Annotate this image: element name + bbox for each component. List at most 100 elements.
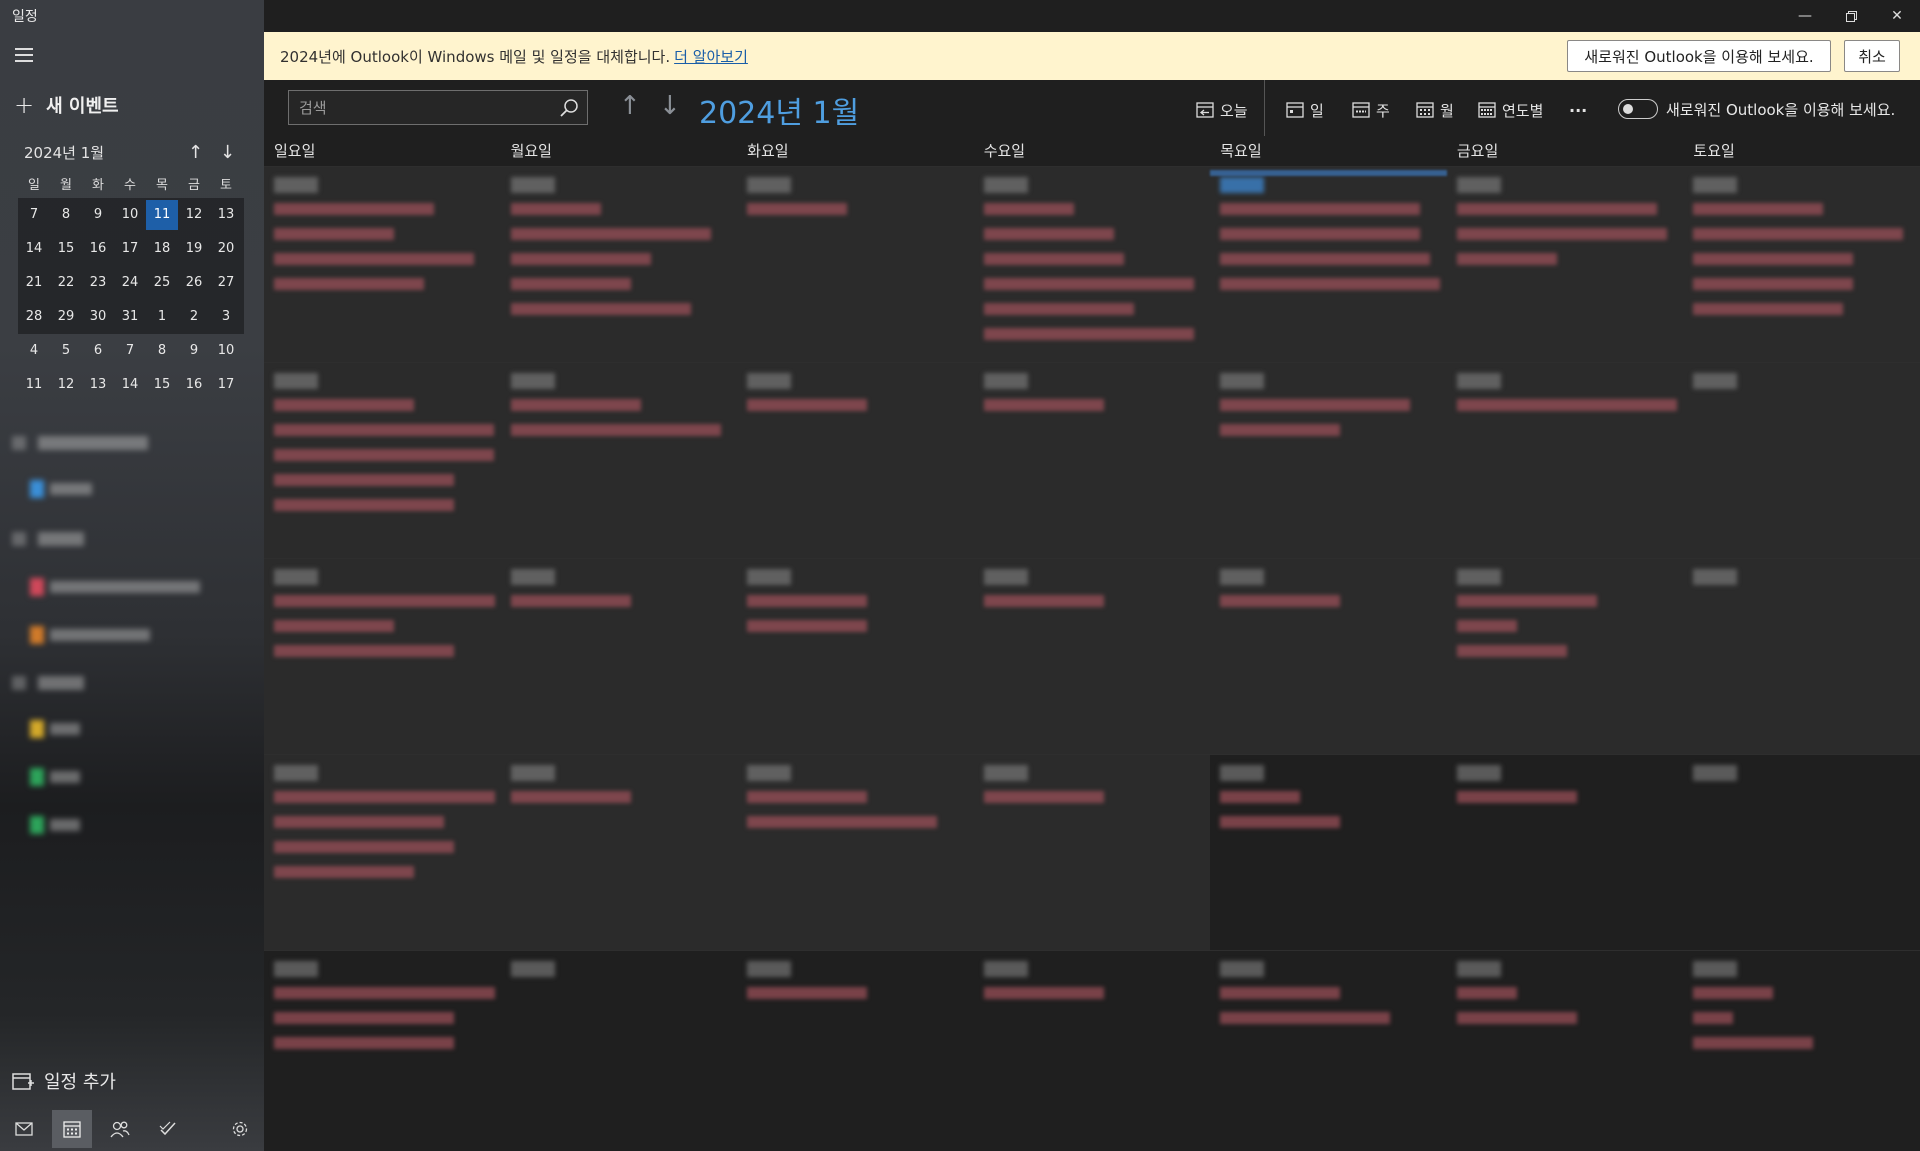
mini-calendar-day[interactable]: 22 — [50, 268, 82, 298]
calendar-event[interactable] — [747, 399, 868, 411]
calendar-event[interactable] — [1693, 203, 1824, 215]
calendar-event[interactable] — [983, 399, 1104, 411]
calendar-item[interactable] — [30, 720, 80, 738]
calendar-event[interactable] — [747, 595, 868, 607]
calendar-event[interactable] — [747, 203, 848, 215]
mini-calendar-day[interactable]: 19 — [178, 234, 210, 264]
calendar-event[interactable] — [983, 791, 1104, 803]
calendar-event[interactable] — [274, 228, 394, 240]
calendar-event[interactable] — [274, 595, 495, 607]
day-cell[interactable] — [737, 558, 974, 754]
day-cell[interactable] — [1683, 558, 1920, 754]
mini-calendar-day[interactable]: 12 — [50, 370, 82, 400]
day-cell[interactable] — [1210, 166, 1447, 362]
mini-calendar-day[interactable]: 9 — [178, 336, 210, 366]
calendar-event[interactable] — [1220, 987, 1341, 999]
calendar-item[interactable] — [30, 816, 80, 834]
calendar-event[interactable] — [983, 303, 1134, 315]
mini-calendar-day[interactable]: 26 — [178, 268, 210, 298]
calendar-event[interactable] — [1693, 1037, 1814, 1049]
calendar-event[interactable] — [1220, 595, 1341, 607]
calendar-event[interactable] — [510, 253, 651, 265]
mini-calendar-day[interactable]: 31 — [114, 302, 146, 332]
mini-calendar-day[interactable]: 14 — [114, 370, 146, 400]
calendar-event[interactable] — [274, 791, 495, 803]
mini-calendar-day[interactable]: 27 — [210, 268, 242, 298]
month-view-button[interactable]: 월 — [1416, 98, 1454, 122]
calendar-event[interactable] — [274, 987, 495, 999]
calendar-event[interactable] — [274, 866, 414, 878]
day-cell[interactable] — [264, 754, 501, 950]
mini-calendar-day[interactable]: 15 — [146, 370, 178, 400]
calendar-event[interactable] — [1456, 987, 1517, 999]
calendar-event[interactable] — [274, 816, 444, 828]
day-cell[interactable] — [973, 950, 1211, 1151]
day-cell[interactable] — [737, 754, 974, 950]
day-cell[interactable] — [500, 166, 738, 362]
day-cell[interactable] — [1210, 754, 1447, 950]
try-new-outlook-button[interactable]: 새로워진 Outlook을 이용해 보세요. — [1567, 40, 1831, 72]
minimize-icon[interactable]: — — [1782, 0, 1828, 32]
mini-calendar-day[interactable]: 13 — [82, 370, 114, 400]
day-cell[interactable] — [1446, 166, 1684, 362]
mini-calendar-day[interactable]: 6 — [82, 336, 114, 366]
day-cell[interactable] — [973, 558, 1211, 754]
mini-calendar-day[interactable]: 10 — [210, 336, 242, 366]
mini-calendar-day[interactable]: 8 — [50, 200, 82, 230]
calendar-event[interactable] — [1456, 253, 1557, 265]
mini-calendar-day[interactable]: 23 — [82, 268, 114, 298]
mini-calendar-day[interactable]: 15 — [50, 234, 82, 264]
day-cell[interactable] — [973, 166, 1211, 362]
calendar-event[interactable] — [1220, 424, 1341, 436]
calendar-event[interactable] — [983, 328, 1194, 340]
calendar-event[interactable] — [983, 278, 1194, 290]
calendar-event[interactable] — [510, 278, 631, 290]
calendar-event[interactable] — [510, 791, 631, 803]
calendar-event[interactable] — [274, 424, 494, 436]
day-cell[interactable] — [500, 362, 738, 558]
mail-icon[interactable] — [4, 1110, 44, 1148]
calendar-event[interactable] — [1693, 278, 1854, 290]
calendar-event[interactable] — [274, 399, 414, 411]
calendar-event[interactable] — [274, 278, 424, 290]
calendar-event[interactable] — [747, 987, 868, 999]
calendar-event[interactable] — [1693, 228, 1904, 240]
day-cell[interactable] — [1683, 362, 1920, 558]
mini-calendar-day[interactable]: 21 — [18, 268, 50, 298]
calendar-event[interactable] — [274, 1037, 454, 1049]
calendar-event[interactable] — [1220, 791, 1301, 803]
mini-calendar-day[interactable]: 4 — [18, 336, 50, 366]
calendar-event[interactable] — [1456, 203, 1657, 215]
calendar-event[interactable] — [747, 816, 938, 828]
calendar-event[interactable] — [510, 424, 721, 436]
mini-calendar-day[interactable]: 17 — [210, 370, 242, 400]
calendar-event[interactable] — [1456, 620, 1517, 632]
mini-calendar-day[interactable]: 24 — [114, 268, 146, 298]
day-cell[interactable] — [500, 754, 738, 950]
settings-icon[interactable] — [220, 1110, 260, 1148]
calendar-event[interactable] — [1456, 645, 1567, 657]
mini-calendar-day[interactable]: 3 — [210, 302, 242, 332]
calendar-event[interactable] — [983, 595, 1104, 607]
calendar-event[interactable] — [1220, 1012, 1391, 1024]
mini-calendar-day[interactable]: 11 — [146, 200, 178, 230]
day-cell[interactable] — [1683, 166, 1920, 362]
learn-more-link[interactable]: 더 알아보기 — [674, 48, 748, 66]
mini-calendar-day[interactable]: 17 — [114, 234, 146, 264]
mini-calendar-day[interactable]: 13 — [210, 200, 242, 230]
calendar-icon[interactable] — [52, 1110, 92, 1148]
mini-calendar-prev-arrow-icon[interactable]: ↑ — [188, 142, 203, 163]
day-cell[interactable] — [1446, 754, 1684, 950]
day-cell[interactable] — [1446, 950, 1684, 1151]
calendar-event[interactable] — [510, 203, 601, 215]
year-view-button[interactable]: 연도별 — [1478, 98, 1543, 122]
previous-month-arrow-icon[interactable]: ↑ — [619, 92, 641, 120]
day-cell[interactable] — [1210, 362, 1447, 558]
day-cell[interactable] — [1683, 754, 1920, 950]
day-cell[interactable] — [737, 950, 974, 1151]
day-cell[interactable] — [1210, 950, 1447, 1151]
day-cell[interactable] — [264, 950, 501, 1151]
calendar-event[interactable] — [274, 499, 454, 511]
mini-calendar-day[interactable]: 10 — [114, 200, 146, 230]
calendar-event[interactable] — [274, 203, 434, 215]
